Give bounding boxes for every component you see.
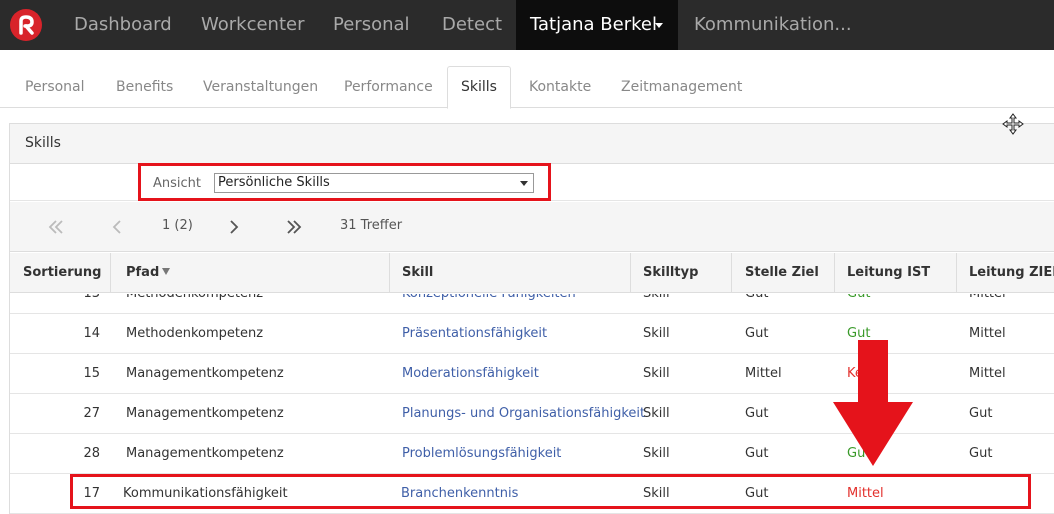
cell-skill-link[interactable]: Problemlösungsfähigkeit [402, 434, 561, 474]
column-divider [389, 253, 390, 293]
result-count: 31 Treffer [340, 218, 403, 233]
col-stelle-ziel[interactable]: Stelle Ziel [745, 253, 819, 293]
cell-pfad: Managementkompetenz [126, 406, 284, 421]
tab-kontakte[interactable]: Kontakte [529, 66, 591, 108]
col-pfad-label: Pfad [126, 265, 160, 280]
cell-leitung-ziel: Mittel [969, 366, 1006, 381]
cell-leitung-ziel: Mittel [969, 326, 1006, 341]
next-page-icon[interactable] [224, 217, 244, 237]
column-divider [110, 253, 111, 293]
tab-benefits[interactable]: Benefits [116, 66, 173, 108]
cell-leitung-ziel: Gut [969, 406, 993, 421]
col-sortierung[interactable]: Sortierung [23, 253, 101, 293]
cell-sortierung: 15 [83, 366, 100, 381]
app-logo-icon[interactable] [10, 9, 42, 41]
last-page-icon[interactable] [284, 217, 304, 237]
cell-pfad: Methodenkompetenz [126, 294, 263, 314]
cell-stelle-ziel: Gut [745, 446, 769, 461]
cell-sortierung: 28 [83, 446, 100, 461]
annotation-highlight-filter [138, 163, 551, 201]
cell-skill-link[interactable]: Präsentationsfähigkeit [402, 314, 547, 354]
col-leitung-ist[interactable]: Leitung IST [847, 253, 930, 293]
cell-skill-link[interactable]: Konzeptionelle Fähigkeiten [402, 294, 576, 314]
cell-stelle-ziel: Mittel [745, 366, 782, 381]
column-divider [834, 253, 835, 293]
cell-skilltyp: Skill [643, 366, 670, 381]
pager: 1 (2) 31 Treffer [10, 202, 1054, 252]
page-indicator: 1 (2) [162, 218, 193, 233]
cell-pfad: Managementkompetenz [126, 446, 284, 461]
col-skill[interactable]: Skill [402, 253, 433, 293]
cell-sortierung: 27 [83, 406, 100, 421]
nav-dashboard[interactable]: Dashboard [74, 0, 172, 50]
sub-tabs: Personal Benefits Veranstaltungen Perfor… [0, 66, 1054, 109]
tab-personal[interactable]: Personal [25, 66, 85, 108]
column-divider [956, 253, 957, 293]
column-divider [630, 253, 631, 293]
table-header: Sortierung Pfad Skill Skilltyp Stelle Zi… [10, 253, 1054, 293]
column-divider [731, 253, 732, 293]
panel-title: Skills [25, 135, 61, 151]
previous-page-icon[interactable] [108, 217, 128, 237]
user-menu-label: Tatjana Berkel [530, 14, 657, 35]
sort-desc-icon [162, 268, 171, 275]
col-leitung-ziel[interactable]: Leitung ZIEL [969, 253, 1054, 293]
cell-leitung-ziel: Mittel [969, 294, 1006, 314]
nav-detect[interactable]: Detect [442, 0, 502, 50]
top-navbar: Dashboard Workcenter Personal Detect Tat… [0, 0, 1054, 50]
tab-veranstaltungen[interactable]: Veranstaltungen [203, 66, 318, 108]
panel-header: Skills [10, 124, 1054, 164]
nav-personal[interactable]: Personal [333, 0, 410, 50]
cell-skilltyp: Skill [643, 406, 670, 421]
cell-skill-link[interactable]: Moderationsfähigkeit [402, 354, 539, 394]
user-menu[interactable]: Tatjana Berkel [516, 0, 678, 50]
cell-skill-link[interactable]: Planungs- und Organisationsfähigkeit [402, 394, 645, 434]
col-skilltyp[interactable]: Skilltyp [643, 253, 698, 293]
cell-leitung-ist: Gut [847, 294, 870, 314]
cell-skilltyp: Skill [643, 294, 670, 314]
caret-down-icon [655, 23, 663, 28]
cell-sortierung: 13 [70, 294, 100, 314]
annotation-highlight-row [70, 474, 1031, 509]
cell-pfad: Managementkompetenz [126, 366, 284, 381]
cell-stelle-ziel: Gut [745, 326, 769, 341]
col-pfad[interactable]: Pfad [126, 253, 171, 293]
nav-kommunikation[interactable]: Kommunikation... [694, 0, 852, 50]
move-icon[interactable] [1002, 113, 1024, 135]
tab-performance[interactable]: Performance [344, 66, 433, 108]
cell-sortierung: 14 [83, 326, 100, 341]
cell-pfad: Methodenkompetenz [126, 326, 264, 341]
cell-skilltyp: Skill [643, 446, 670, 461]
annotation-arrow-icon [833, 340, 913, 466]
cell-stelle-ziel: Gut [745, 406, 769, 421]
tab-skills[interactable]: Skills [447, 66, 511, 109]
cell-stelle-ziel: Gut [745, 294, 768, 314]
tab-zeitmanagement[interactable]: Zeitmanagement [621, 66, 742, 108]
cell-skilltyp: Skill [643, 326, 670, 341]
table-row[interactable]: 13 Methodenkompetenz Konzeptionelle Fähi… [10, 294, 1054, 314]
first-page-icon[interactable] [46, 217, 66, 237]
cell-leitung-ziel: Gut [969, 446, 993, 461]
nav-workcenter[interactable]: Workcenter [201, 0, 305, 50]
